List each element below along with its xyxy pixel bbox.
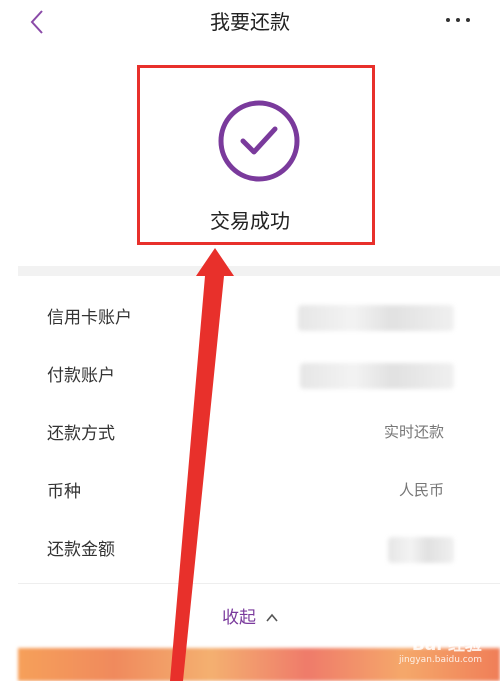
detail-label: 还款金额 bbox=[47, 540, 115, 560]
detail-row-repay-method: 还款方式 实时还款 bbox=[18, 405, 500, 463]
chevron-up-icon bbox=[266, 613, 278, 622]
detail-label: 币种 bbox=[47, 482, 81, 502]
status-text: 交易成功 bbox=[210, 209, 290, 233]
detail-label: 付款账户 bbox=[47, 366, 115, 386]
masked-value bbox=[298, 305, 454, 331]
masked-value bbox=[388, 537, 454, 563]
more-button[interactable] bbox=[440, 8, 476, 32]
page-title: 我要还款 bbox=[210, 10, 290, 34]
detail-label: 还款方式 bbox=[47, 424, 115, 444]
more-horizontal-icon bbox=[446, 18, 470, 22]
detail-row-card-account: 信用卡账户 bbox=[18, 289, 500, 347]
check-circle-icon bbox=[217, 99, 301, 183]
detail-row-amount: 还款金额 bbox=[18, 521, 500, 579]
collapse-button[interactable]: 收起 bbox=[0, 603, 500, 628]
watermark: Bai 经验 jingyan.baidu.com bbox=[362, 630, 482, 670]
collapse-label: 收起 bbox=[222, 608, 256, 628]
watermark-main: Bai 经验 bbox=[411, 635, 482, 655]
header: 我要还款 bbox=[0, 0, 500, 44]
detail-row-currency: 币种 人民币 bbox=[18, 463, 500, 521]
detail-value: 实时还款 bbox=[383, 423, 444, 441]
section-divider bbox=[18, 266, 500, 276]
detail-row-pay-account: 付款账户 bbox=[18, 347, 500, 405]
watermark-sub: jingyan.baidu.com bbox=[398, 655, 482, 665]
payment-result-page: 我要还款 交易成功 信用卡账户 付款账户 还款方式 实时还款 币种 人民币 还款… bbox=[0, 0, 500, 681]
detail-value: 人民币 bbox=[398, 481, 444, 499]
masked-value bbox=[300, 363, 454, 389]
divider bbox=[18, 583, 500, 584]
detail-label: 信用卡账户 bbox=[47, 308, 132, 328]
